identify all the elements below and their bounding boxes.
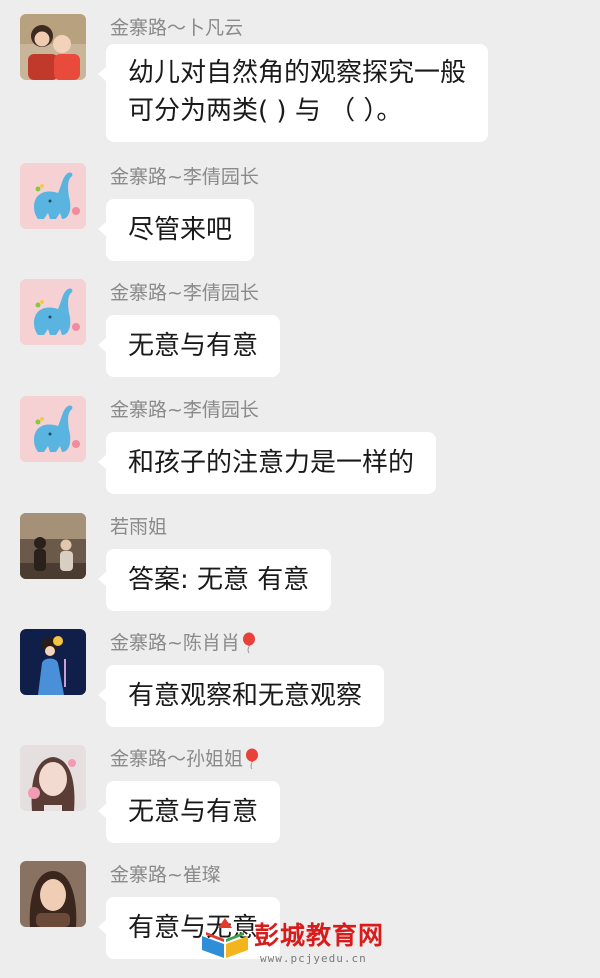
watermark-url: www.pcjyedu.cn (260, 952, 367, 965)
balloon-icon (245, 748, 259, 770)
sender-name: 金寨路~李倩园长 (110, 281, 259, 305)
dinosaur-avatar-icon (20, 396, 86, 462)
photo-avatar-icon (20, 861, 86, 927)
message-bubble[interactable]: 和孩子的注意力是一样的 (97, 432, 437, 494)
avatar[interactable] (20, 396, 86, 462)
sender-name: 金寨路~李倩园长 (110, 398, 259, 422)
sender-name-text: 金寨路~李倩园长 (110, 166, 259, 188)
avatar[interactable] (20, 745, 86, 811)
avatar[interactable] (20, 861, 86, 927)
sender-name: 金寨路～孙姐姐 (110, 747, 259, 771)
watermark: 彭城教育网 www.pcjyedu.cn (198, 910, 398, 970)
sender-name: 金寨路~陈肖肖 (110, 631, 256, 655)
sender-name: 金寨路~李倩园长 (110, 165, 259, 189)
avatar[interactable] (20, 513, 86, 579)
avatar[interactable] (20, 14, 86, 80)
illustration-avatar-icon (20, 629, 86, 695)
photo-avatar-icon (20, 513, 86, 579)
message-bubble[interactable]: 幼儿对自然角的观察探究一般 可分为两类( ) 与 （ ）。 (97, 44, 489, 142)
balloon-icon (242, 632, 256, 654)
avatar[interactable] (20, 163, 86, 229)
sender-name-text: 金寨路~崔璨 (110, 864, 221, 886)
message-bubble[interactable]: 无意与有意 (97, 781, 281, 843)
watermark-title: 彭城教育网 (254, 921, 385, 950)
dinosaur-avatar-icon (20, 279, 86, 345)
sender-name-text: 金寨路~李倩园长 (110, 282, 259, 304)
photo-avatar-icon (20, 745, 86, 811)
message-bubble[interactable]: 无意与有意 (97, 315, 281, 377)
sender-name-text: 若雨姐 (110, 516, 168, 538)
sender-name: 金寨路~崔璨 (110, 863, 221, 887)
avatar[interactable] (20, 279, 86, 345)
message-bubble[interactable]: 尽管来吧 (97, 199, 255, 261)
chat-message-list[interactable]: 金寨路～卜凡云 幼儿对自然角的观察探究一般 可分为两类( ) 与 （ ）。 金寨… (0, 0, 600, 978)
photo-avatar-icon (20, 14, 86, 80)
avatar[interactable] (20, 629, 86, 695)
message-bubble[interactable]: 答案: 无意 有意 (97, 549, 332, 611)
sender-name: 若雨姐 (110, 515, 167, 539)
dinosaur-avatar-icon (20, 163, 86, 229)
sender-name-text: 金寨路~李倩园长 (110, 399, 259, 421)
sender-name: 金寨路～卜凡云 (110, 16, 243, 40)
sender-name-text: 金寨路～卜凡云 (110, 17, 244, 39)
sender-name-text: 金寨路~陈肖肖 (110, 632, 240, 654)
message-bubble[interactable]: 有意观察和无意观察 (97, 665, 385, 727)
book-logo-icon (202, 918, 248, 958)
sender-name-text: 金寨路～孙姐姐 (110, 748, 244, 770)
